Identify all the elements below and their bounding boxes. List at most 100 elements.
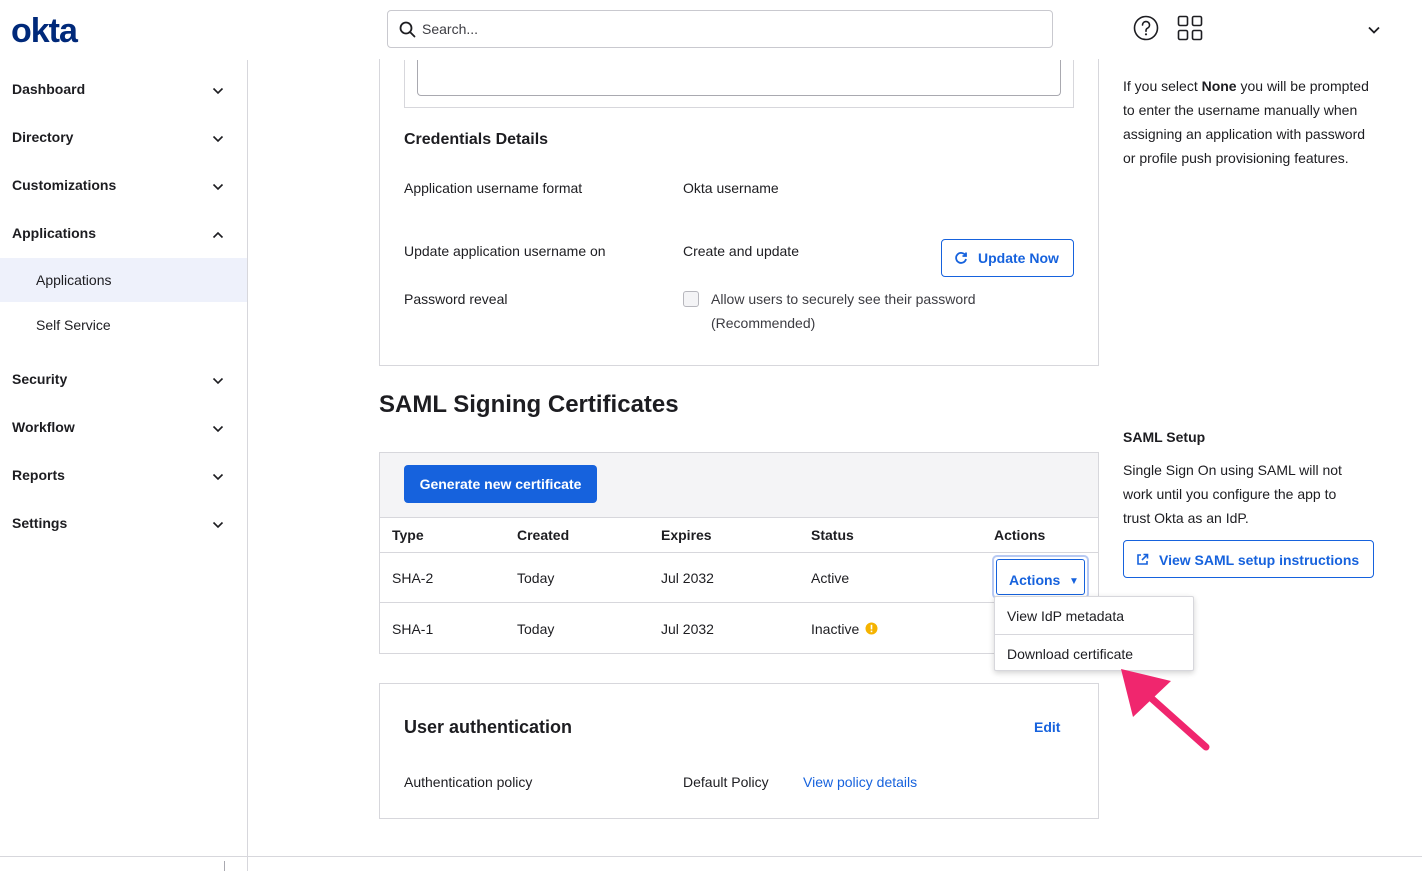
menu-item-label: Download certificate (1007, 646, 1134, 662)
help-text-prefix: If you select (1123, 78, 1202, 94)
sidebar-subitem-applications[interactable]: Applications (0, 258, 247, 302)
sidebar-item-applications[interactable]: Applications (0, 204, 247, 252)
sidebar-item-dashboard[interactable]: Dashboard (0, 60, 247, 108)
update-on-label: Update application username on (404, 243, 606, 259)
generate-certificate-button[interactable]: Generate new certificate (404, 465, 597, 503)
sidebar-item-directory[interactable]: Directory (0, 108, 247, 156)
column-header-actions: Actions (994, 527, 1046, 543)
user-menu-chevron-down-icon[interactable] (1366, 22, 1382, 38)
footer-divider-tick (224, 861, 225, 871)
chevron-up-icon (212, 231, 224, 239)
chevron-down-icon (212, 521, 224, 529)
column-header-type: Type (392, 527, 424, 543)
refresh-icon (955, 252, 967, 264)
column-header-expires: Expires (661, 527, 712, 543)
help-icon[interactable] (1133, 15, 1159, 41)
status-text: Inactive (811, 621, 860, 637)
edit-link[interactable]: Edit (1034, 719, 1060, 735)
text-area[interactable] (417, 60, 1061, 96)
chevron-down-icon (212, 377, 224, 385)
search-box[interactable] (387, 10, 1053, 48)
sidebar: Dashboard Directory Customizations Appli… (0, 60, 248, 871)
saml-setup-title: SAML Setup (1123, 429, 1206, 445)
actions-label: Actions (1009, 572, 1061, 588)
sidebar-item-label: Directory (12, 129, 74, 145)
help-text-suffix: you will be prompted (1236, 78, 1369, 94)
update-on-value: Create and update (683, 243, 799, 259)
help-text-line3: assigning an application with password (1123, 126, 1366, 142)
sidebar-item-reports[interactable]: Reports (0, 446, 247, 494)
help-text-line4: or profile push provisioning features. (1123, 150, 1349, 166)
view-policy-details-link[interactable]: View policy details (803, 774, 917, 790)
saml-setup-line2: work until you configure the app to (1123, 486, 1337, 502)
cell-expires: Jul 2032 (661, 570, 714, 586)
sidebar-item-label: Settings (12, 515, 68, 531)
user-authentication-title: User authentication (404, 717, 573, 737)
sidebar-item-workflow[interactable]: Workflow (0, 398, 247, 446)
credentials-details-title: Credentials Details (404, 131, 549, 148)
actions-menu: View IdP metadata Download certificate (994, 596, 1194, 671)
update-now-button[interactable]: Update Now (941, 239, 1074, 277)
sidebar-subitem-label: Applications (36, 272, 112, 288)
sidebar-item-label: Applications (12, 225, 97, 241)
sidebar-item-label: Reports (12, 467, 65, 483)
saml-setup-line1: Single Sign On using SAML will not (1123, 462, 1342, 478)
authentication-policy-value: Default Policy (683, 774, 769, 790)
chevron-down-icon (212, 87, 224, 95)
authentication-policy-label: Authentication policy (404, 774, 533, 790)
view-saml-setup-instructions-button[interactable]: View SAML setup instructions (1123, 540, 1374, 578)
help-text-bold: None (1201, 78, 1237, 94)
username-help-text: If you select None you will be prompted (1123, 74, 1388, 98)
certificates-panel: Generate new certificate Type Created Ex… (379, 452, 1099, 654)
annotation-arrow-icon (1121, 669, 1210, 751)
cell-type: SHA-2 (392, 570, 434, 586)
saml-setup-button-label: View SAML setup instructions (1159, 552, 1360, 568)
apps-grid-icon[interactable] (1177, 15, 1203, 41)
chevron-down-icon (212, 183, 224, 191)
external-link-icon (1137, 553, 1149, 565)
cell-type: SHA-1 (392, 621, 434, 637)
caret-down-icon: ▼ (1069, 576, 1079, 587)
sidebar-item-security[interactable]: Security (0, 350, 247, 398)
username-format-value: Okta username (683, 180, 779, 196)
warning-icon (865, 622, 878, 635)
cell-status: Active (811, 570, 850, 586)
okta-logo[interactable]: okta (11, 12, 78, 51)
password-reveal-checkbox[interactable] (683, 291, 699, 307)
divider (380, 517, 1098, 518)
cell-created: Today (517, 621, 555, 637)
sidebar-item-label: Security (12, 371, 68, 387)
sidebar-subitem-label: Self Service (36, 317, 111, 333)
search-input[interactable] (422, 12, 1022, 46)
username-format-label: Application username format (404, 180, 583, 196)
sidebar-item-label: Dashboard (12, 81, 86, 97)
sidebar-subitem-self-service[interactable]: Self Service (0, 303, 247, 347)
sidebar-item-label: Customizations (12, 177, 117, 193)
chevron-down-icon (212, 425, 224, 433)
password-reveal-option-line1: Allow users to securely see their passwo… (711, 291, 976, 307)
update-now-label: Update Now (978, 250, 1059, 266)
actions-dropdown-button[interactable]: Actions ▼ (992, 555, 1089, 599)
menu-item-view-idp-metadata[interactable]: View IdP metadata (995, 597, 1193, 634)
chevron-down-icon (212, 473, 224, 481)
cell-status: Inactive (811, 621, 878, 637)
divider (380, 602, 1098, 603)
top-bar: okta (0, 0, 1422, 60)
cell-created: Today (517, 570, 555, 586)
help-text-line2: to enter the username manually when (1123, 102, 1358, 118)
sidebar-item-label: Workflow (12, 419, 75, 435)
saml-certificates-title: SAML Signing Certificates (379, 391, 679, 418)
cell-expires: Jul 2032 (661, 621, 714, 637)
search-icon (399, 21, 416, 38)
footer-divider (0, 856, 1422, 857)
column-header-status: Status (811, 527, 854, 543)
user-authentication-panel (379, 683, 1099, 819)
menu-item-label: View IdP metadata (1007, 608, 1125, 624)
saml-setup-line3: trust Okta as an IdP. (1123, 510, 1249, 526)
column-header-created: Created (517, 527, 570, 543)
password-reveal-label: Password reveal (404, 291, 508, 307)
divider (380, 552, 1098, 553)
sidebar-item-settings[interactable]: Settings (0, 494, 247, 542)
sidebar-item-customizations[interactable]: Customizations (0, 156, 247, 204)
chevron-down-icon (212, 135, 224, 143)
